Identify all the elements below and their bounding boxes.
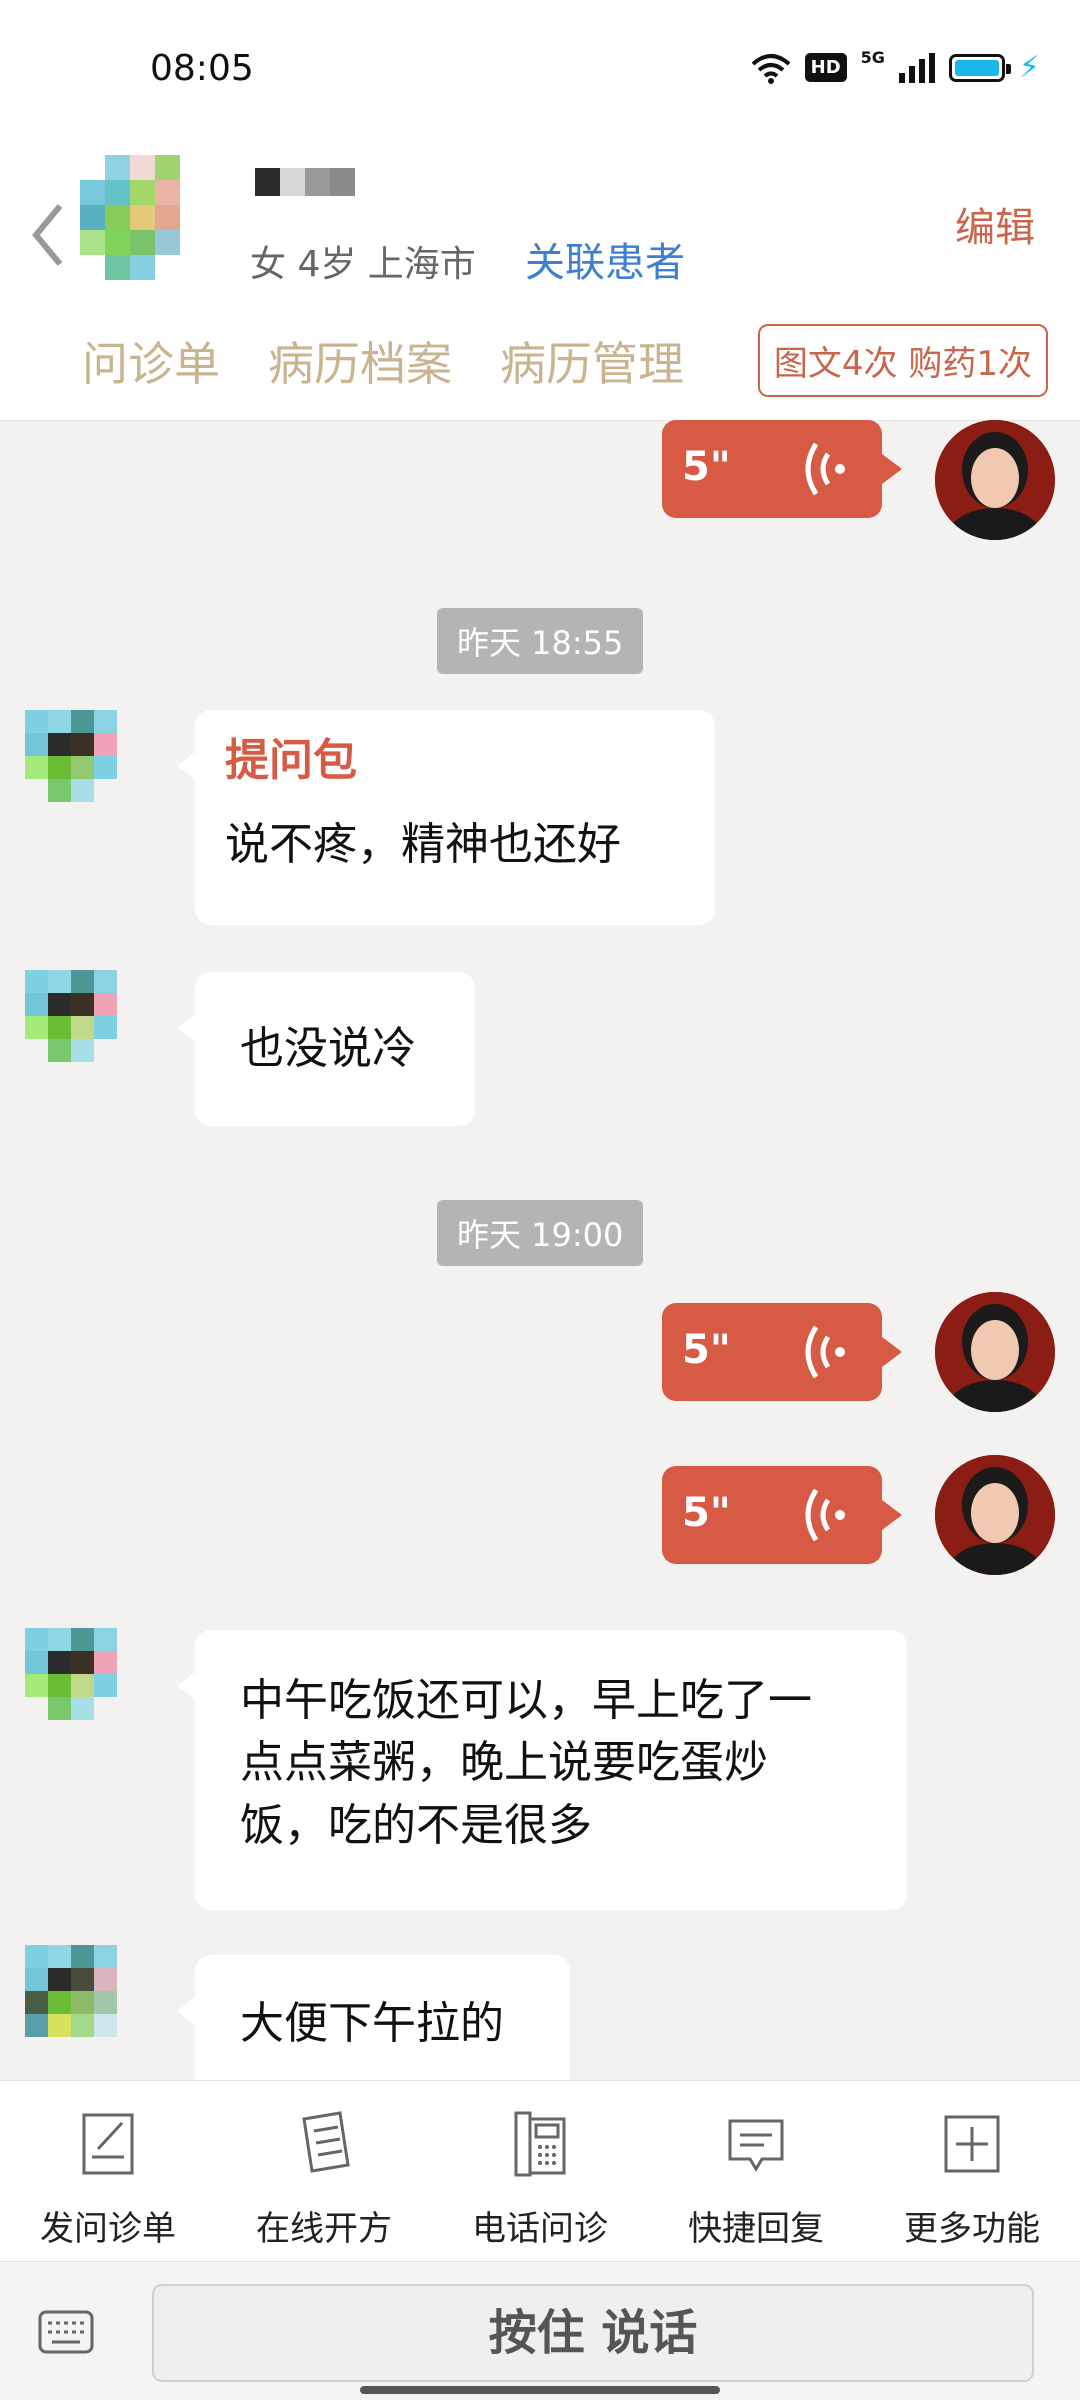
- message-text: 大便下午拉的: [240, 1998, 504, 2049]
- charging-icon: ⚡: [1018, 50, 1040, 85]
- message-text: 也没说冷: [240, 1023, 416, 1074]
- patient-avatar-small[interactable]: [25, 710, 140, 825]
- wifi-icon: [751, 53, 790, 84]
- question-package-title: 提问包: [225, 735, 357, 786]
- doctor-avatar[interactable]: [935, 1455, 1055, 1575]
- doctor-avatar[interactable]: [935, 1292, 1055, 1412]
- prescription-icon: [302, 2111, 350, 2173]
- tool-label: 发问诊单: [40, 2209, 176, 2249]
- patient-avatar[interactable]: [80, 155, 205, 280]
- message-text: 说不疼，精神也还好: [225, 819, 621, 871]
- status-bar: 08:05 HD 5G ⚡: [0, 0, 1080, 140]
- online-prescription-button[interactable]: 在线开方: [216, 2081, 432, 2261]
- voice-message[interactable]: 5": [662, 1466, 902, 1564]
- tool-label: 快捷回复: [688, 2209, 824, 2249]
- message-text-line: 点点菜粥，晚上说要吃蛋炒: [240, 1737, 768, 1789]
- send-consult-form-button[interactable]: 发问诊单: [0, 2081, 216, 2261]
- voice-wave-icon: [805, 1325, 845, 1379]
- more-functions-button[interactable]: 更多功能: [864, 2081, 1080, 2261]
- patient-avatar-small[interactable]: [25, 970, 140, 1085]
- header-tabs: 问诊单 病历档案 病历管理: [82, 328, 684, 394]
- voice-wave-icon: [805, 1488, 845, 1542]
- back-icon[interactable]: [30, 200, 70, 270]
- tool-label: 更多功能: [904, 2209, 1040, 2249]
- home-indicator[interactable]: [360, 2386, 720, 2394]
- timestamp: 昨天 19:00: [437, 1200, 644, 1266]
- phone-consult-button[interactable]: 电话问诊: [432, 2081, 648, 2261]
- voice-duration: 5": [682, 1327, 731, 1373]
- patient-info: 女 4岁 上海市: [250, 244, 476, 285]
- link-patient-button[interactable]: 关联患者: [525, 230, 685, 288]
- quick-reply-icon: [728, 2119, 784, 2172]
- timestamp: 昨天 18:55: [437, 608, 644, 674]
- chat-area[interactable]: 5" 昨天 18:55 提问包 说不疼，精神也还好 也没说冷 昨天 19:00: [0, 420, 1080, 2080]
- quick-reply-button[interactable]: 快捷回复: [648, 2081, 864, 2261]
- patient-header: 女 4岁 上海市 关联患者 编辑 问诊单 病历档案 病历管理 图文4次 购药1次: [0, 140, 1080, 421]
- status-time: 08:05: [150, 48, 254, 89]
- question-package-message[interactable]: 提问包 说不疼，精神也还好: [177, 710, 715, 925]
- voice-message[interactable]: 5": [662, 420, 902, 518]
- phone-icon: [514, 2111, 566, 2177]
- status-icons: HD 5G ⚡: [751, 48, 1040, 85]
- text-message[interactable]: 也没说冷: [177, 972, 475, 1126]
- form-edit-icon: [82, 2113, 134, 2175]
- message-text-line: 饭，吃的不是很多: [240, 1799, 592, 1851]
- voice-duration: 5": [682, 1490, 731, 1536]
- plus-icon: [944, 2115, 1000, 2173]
- battery-icon: [948, 53, 1011, 82]
- voice-duration: 5": [682, 444, 731, 490]
- keyboard-icon[interactable]: [38, 2310, 94, 2354]
- patient-name-redacted: [255, 168, 355, 196]
- voice-wave-icon: [805, 442, 845, 496]
- message-text-line: 中午吃饭还可以，早上吃了一: [240, 1675, 812, 1726]
- edit-button[interactable]: 编辑: [955, 195, 1035, 253]
- network-type: 5G: [860, 48, 885, 67]
- tab-consult-form[interactable]: 问诊单: [82, 328, 220, 394]
- input-bar: 按住 说话: [0, 2262, 1080, 2400]
- voice-message[interactable]: 5": [662, 1303, 902, 1401]
- service-count-badge[interactable]: 图文4次 购药1次: [757, 324, 1048, 397]
- text-message[interactable]: 大便下午拉的: [177, 1955, 570, 2080]
- signal-icon: [898, 52, 935, 83]
- text-message[interactable]: 中午吃饭还可以，早上吃了一 点点菜粥，晚上说要吃蛋炒 饭，吃的不是很多: [177, 1630, 907, 1910]
- tab-record-management[interactable]: 病历管理: [500, 328, 684, 394]
- patient-avatar-small[interactable]: [25, 1945, 140, 2060]
- patient-avatar-small[interactable]: [25, 1628, 140, 1743]
- tool-label: 电话问诊: [472, 2209, 608, 2249]
- tab-medical-records[interactable]: 病历档案: [268, 328, 452, 394]
- function-toolbar: 发问诊单 在线开方 电话问诊 快捷回复 更多功能: [0, 2080, 1080, 2262]
- hold-to-talk-button[interactable]: 按住 说话: [152, 2284, 1034, 2382]
- tool-label: 在线开方: [256, 2209, 392, 2249]
- hd-badge: HD: [804, 53, 847, 82]
- doctor-avatar[interactable]: [935, 420, 1055, 540]
